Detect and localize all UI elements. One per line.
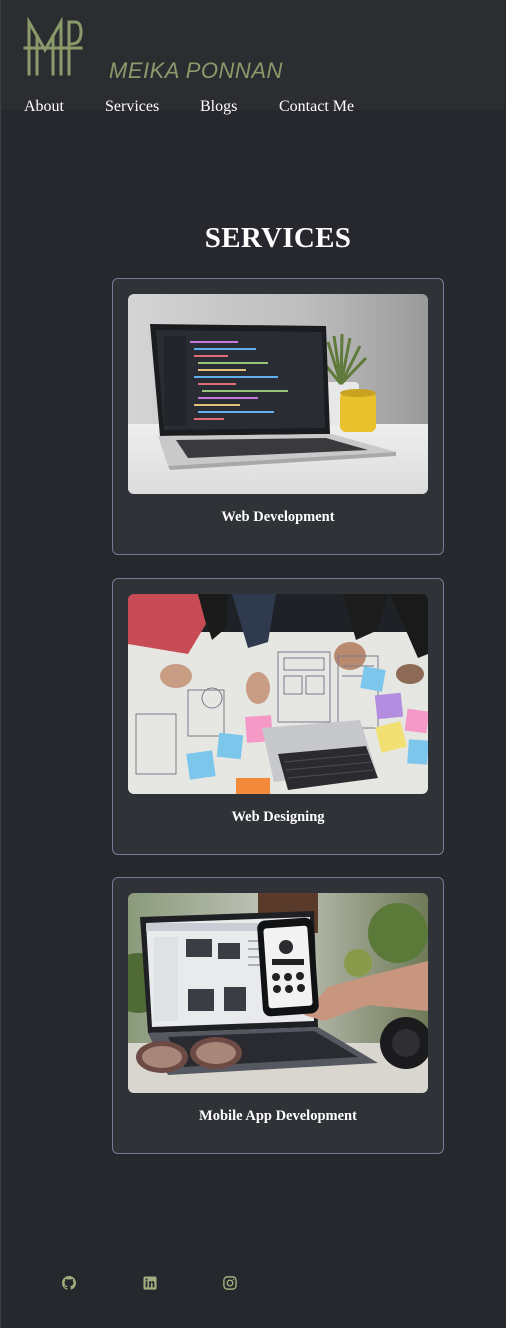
laptop-and-phone-photo [128,893,428,1093]
services-title: SERVICES [204,222,352,254]
instagram-icon[interactable] [223,1276,237,1290]
wireframe-sketching-photo [128,594,428,794]
nav-contact-me[interactable]: Contact Me [279,98,354,116]
brand-name[interactable]: MEIKA PONNAN [109,58,283,84]
laptop-with-code-photo [128,294,428,494]
main-nav: About Services Blogs Contact Me [1,98,505,122]
site-header: MEIKA PONNAN About Services Blogs Contac… [1,0,505,115]
nav-services[interactable]: Services [105,98,159,116]
service-label: Web Designing [231,809,325,825]
service-label: Mobile App Development [199,1108,357,1124]
nav-blogs[interactable]: Blogs [200,98,237,116]
service-card-web-designing[interactable]: Web Designing [112,578,444,855]
mp-monogram-logo-icon[interactable] [23,14,85,80]
page: MEIKA PONNAN About Services Blogs Contac… [0,0,506,1328]
nav-about[interactable]: About [24,98,64,116]
service-label: Web Development [221,509,335,525]
linkedin-icon[interactable] [143,1276,157,1290]
service-card-mobile-app-development[interactable]: Mobile App Development [112,877,444,1154]
service-card-web-development[interactable]: Web Development [112,278,444,555]
github-icon[interactable] [62,1276,76,1290]
